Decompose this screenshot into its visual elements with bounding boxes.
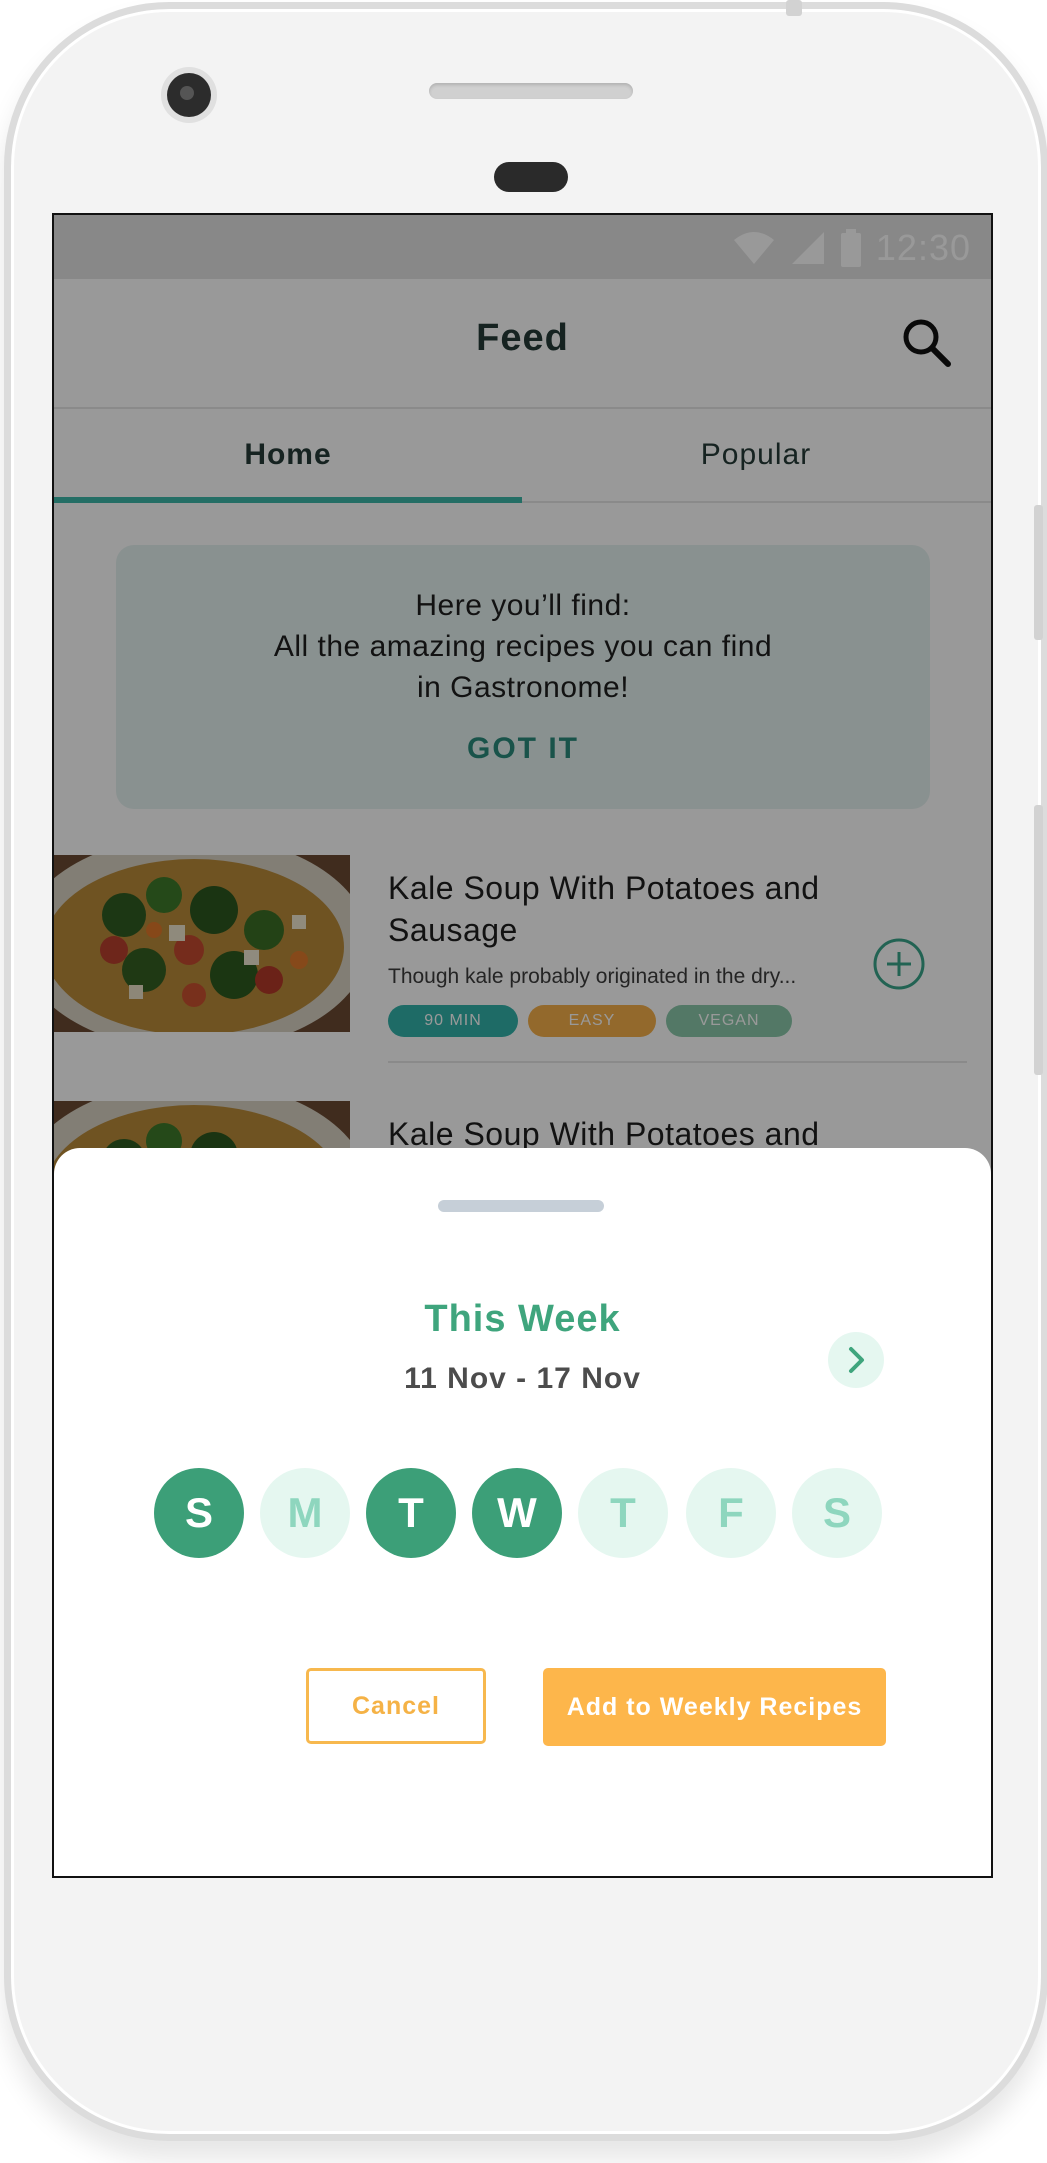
day-thursday[interactable]: T — [578, 1468, 668, 1558]
bottom-sheet: This Week 11 Nov - 17 Nov S M T W T F S … — [54, 1148, 991, 1876]
proximity-sensor — [494, 162, 568, 192]
day-sunday[interactable]: S — [154, 1468, 244, 1558]
day-wednesday[interactable]: W — [472, 1468, 562, 1558]
cancel-button[interactable]: Cancel — [306, 1668, 486, 1744]
day-tuesday[interactable]: T — [366, 1468, 456, 1558]
add-to-weekly-recipes-button[interactable]: Add to Weekly Recipes — [543, 1668, 886, 1746]
day-saturday[interactable]: S — [792, 1468, 882, 1558]
screen: 12:30 Feed Home Popular Here you’ll find… — [52, 213, 993, 1878]
earpiece-speaker — [429, 83, 633, 99]
top-notch-button — [786, 0, 802, 16]
chevron-right-icon — [849, 1347, 864, 1373]
power-button — [1034, 505, 1043, 640]
front-camera — [167, 73, 211, 117]
day-selector: S M T W T F S — [154, 1468, 894, 1560]
volume-button — [1034, 805, 1043, 1075]
day-friday[interactable]: F — [686, 1468, 776, 1558]
day-monday[interactable]: M — [260, 1468, 350, 1558]
next-week-button[interactable] — [828, 1332, 884, 1388]
drag-handle[interactable] — [438, 1200, 604, 1212]
